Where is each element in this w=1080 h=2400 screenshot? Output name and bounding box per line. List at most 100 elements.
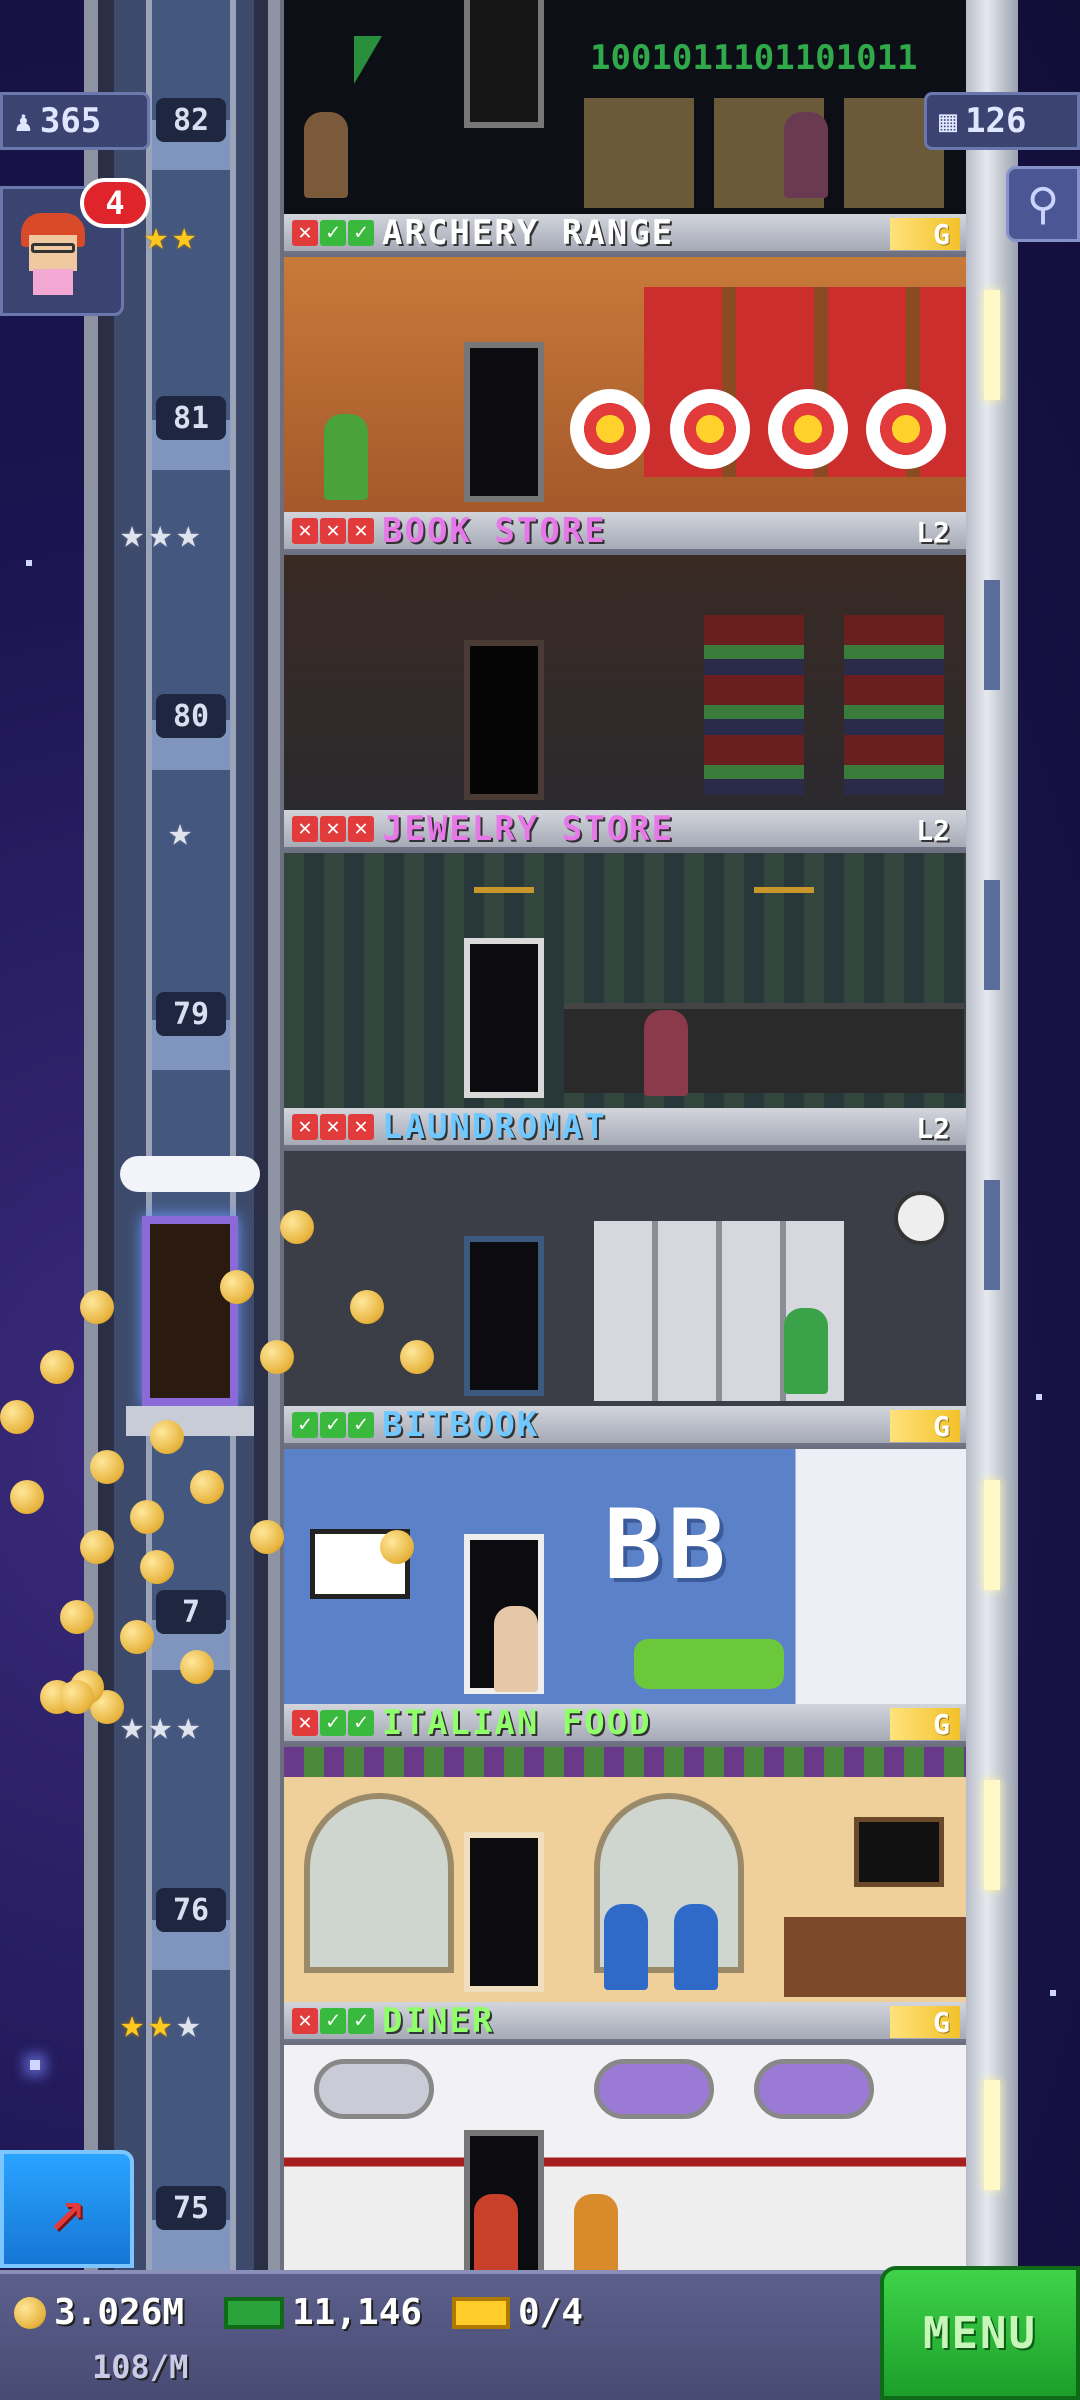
sky-star <box>30 2060 40 2070</box>
population-value: 365 <box>39 101 102 141</box>
floor-header: ✓ ✓ ✓ BITBOOK G <box>284 1406 966 1446</box>
room-door <box>464 0 544 128</box>
coin-icon <box>60 1680 94 1714</box>
rating-star-icon: ★ <box>120 511 145 557</box>
diner-window <box>754 2059 874 2119</box>
wall-clock-icon <box>894 1191 948 1245</box>
floor-badge: G <box>890 2006 960 2039</box>
pillar-light <box>984 1180 1000 1290</box>
floor-name: ARCHERY RANGE <box>382 214 675 253</box>
rating-star-icon: ★ <box>172 213 197 259</box>
magnifier-icon: ⚲ <box>1026 178 1060 230</box>
coin-icon <box>0 1400 34 1434</box>
resident <box>304 112 348 198</box>
floor-82-room[interactable]: 1001011101101011 <box>284 0 966 218</box>
floor-count-display[interactable]: ▦ 126 <box>924 92 1080 150</box>
chandelier <box>474 863 534 893</box>
room-door <box>464 1236 544 1396</box>
tickets-display[interactable]: 0/4 <box>452 2292 583 2333</box>
coins-value: 3.026M <box>54 2292 185 2333</box>
coins-display[interactable]: 3.026M <box>14 2292 184 2333</box>
coin-icon <box>260 1340 294 1374</box>
bux-icon <box>224 2296 284 2329</box>
sky-star <box>26 560 32 566</box>
stock-full-icon: ✓ <box>320 1411 346 1438</box>
floor-level-badge: L2 <box>916 813 950 847</box>
coin-icon <box>280 1210 314 1244</box>
archery-target <box>768 389 848 469</box>
floor-level-badge: L2 <box>916 515 950 549</box>
sky-star <box>1050 1990 1056 1996</box>
stock-full-icon: ✓ <box>348 2007 374 2034</box>
stock-empty-icon: ✕ <box>292 2007 318 2034</box>
stock-empty-icon: ✕ <box>320 517 346 544</box>
stock-full-icon: ✓ <box>320 1709 346 1736</box>
floor-badge: G <box>890 218 960 251</box>
rating-star-icon: ★ <box>176 511 201 557</box>
resident <box>494 1606 538 1692</box>
coin-icon <box>400 1340 434 1374</box>
floor-75-diner[interactable]: ✕ ✓ ✓ DINER G <box>284 2002 966 2270</box>
binary-code-sign: 1001011101101011 <box>590 38 918 78</box>
tickets-value: 0/4 <box>518 2292 584 2333</box>
stock-full-icon: ✓ <box>320 2007 346 2034</box>
stock-empty-icon: ✕ <box>292 815 318 842</box>
person-icon: ♟ <box>15 104 32 138</box>
floor-level-badge: L2 <box>916 1111 950 1145</box>
rating-star-icon: ★ <box>148 511 173 557</box>
coin-icon <box>190 1470 224 1504</box>
floor-81-archery-range[interactable]: ✕ ✓ ✓ ARCHERY RANGE G <box>284 214 966 512</box>
rating-star-icon: ★ <box>176 1703 201 1749</box>
floor-header: ✕ ✕ ✕ LAUNDROMAT L2 <box>284 1108 966 1148</box>
population-counter[interactable]: ♟ 365 <box>0 92 150 150</box>
bux-value: 11,146 <box>292 2292 423 2333</box>
build-floor-button[interactable]: ↗ <box>0 2150 134 2268</box>
couch <box>634 1639 784 1689</box>
archery-target <box>670 389 750 469</box>
display-counter <box>564 1003 964 1093</box>
floor-number-79: 79 <box>156 992 226 1036</box>
room-door <box>464 640 544 800</box>
cursor-sign <box>354 36 382 84</box>
floor-79-jewelry-store[interactable]: ✕ ✕ ✕ JEWELRY STORE L2 <box>284 810 966 1108</box>
resident <box>784 112 828 198</box>
computer-desk <box>584 98 944 208</box>
coin-icon <box>60 1600 94 1634</box>
stock-empty-icon: ✕ <box>348 517 374 544</box>
menu-button[interactable]: MENU <box>880 2266 1080 2400</box>
floor-number-75: 75 <box>156 2186 226 2230</box>
room-door <box>464 342 544 502</box>
floor-76-italian-food[interactable]: ✕ ✓ ✓ ITALIAN FOOD G <box>284 1704 966 2002</box>
floor-header: ✕ ✕ ✕ JEWELRY STORE L2 <box>284 810 966 850</box>
rating-star-icon: ★ <box>120 2001 145 2047</box>
floor-78-laundromat[interactable]: ✕ ✕ ✕ LAUNDROMAT L2 <box>284 1108 966 1406</box>
stock-empty-icon: ✕ <box>292 219 318 246</box>
rating-star-icon: ★ <box>168 809 193 855</box>
pillar-light <box>984 580 1000 690</box>
pillar-light <box>984 2080 1000 2190</box>
floor-count-value: 126 <box>965 101 1027 141</box>
resident <box>574 2194 618 2270</box>
arrow-up-right-icon: ↗ <box>47 2172 87 2246</box>
coin-icon <box>40 1350 74 1384</box>
restaurant-counter <box>784 1917 966 1997</box>
room-door <box>464 1832 544 1992</box>
stock-full-icon: ✓ <box>320 219 346 246</box>
stock-empty-icon: ✕ <box>292 517 318 544</box>
rating-star-icon: ★ <box>144 213 169 259</box>
bux-display[interactable]: 11,146 <box>224 2292 422 2333</box>
floor-80-book-store[interactable]: ✕ ✕ ✕ BOOK STORE L2 <box>284 512 966 810</box>
coin-icon <box>140 1550 174 1584</box>
stock-full-icon: ✓ <box>292 1411 318 1438</box>
elevator-cabin <box>142 1216 238 1406</box>
arched-window <box>304 1793 454 1973</box>
building-icon: ▦ <box>939 103 958 139</box>
coin-icon <box>150 1420 184 1454</box>
resident <box>474 2194 518 2270</box>
diner-window <box>314 2059 434 2119</box>
search-button[interactable]: ⚲ <box>1006 166 1080 242</box>
floor-number-76: 76 <box>156 1888 226 1932</box>
floor-75-rating: ★ ★ ★ <box>120 2002 200 2046</box>
floor-header: ✕ ✕ ✕ BOOK STORE L2 <box>284 512 966 552</box>
coin-icon <box>220 1270 254 1304</box>
